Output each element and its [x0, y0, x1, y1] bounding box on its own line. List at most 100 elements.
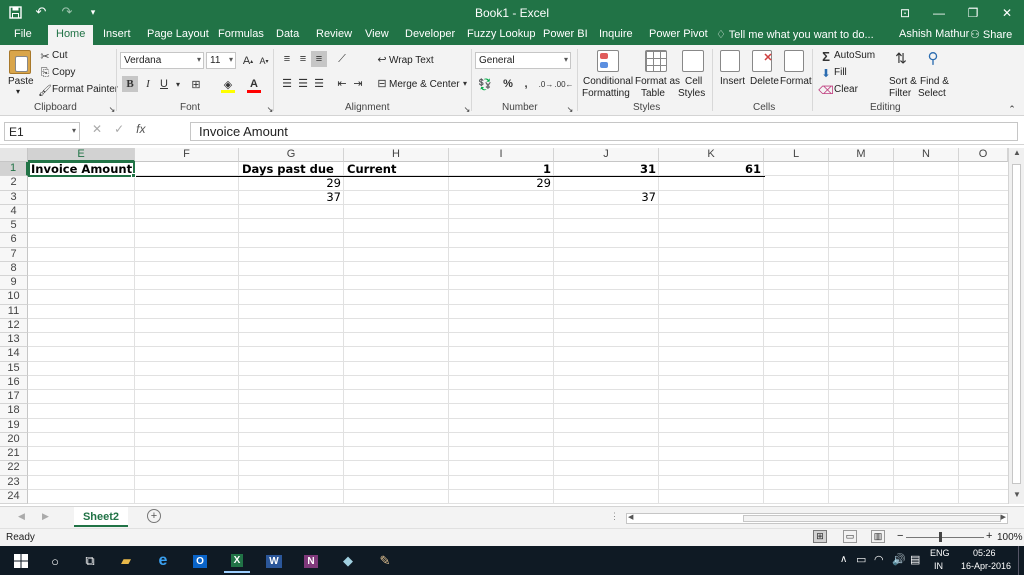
- row-header-7[interactable]: 7: [0, 247, 28, 262]
- cell-h1[interactable]: Current: [344, 162, 399, 176]
- row-header-10[interactable]: 10: [0, 290, 28, 305]
- row-header-1[interactable]: 1: [0, 162, 28, 177]
- font-name-select[interactable]: Verdana ▾: [120, 52, 204, 69]
- normal-view-icon[interactable]: ⊞: [813, 530, 827, 543]
- onenote-icon[interactable]: N: [298, 549, 324, 573]
- dialog-launcher-icon[interactable]: ↘: [104, 101, 120, 117]
- scroll-right-icon[interactable]: ▶: [1001, 513, 1006, 521]
- borders-icon[interactable]: ⊞: [188, 76, 204, 92]
- zoom-in-icon[interactable]: +: [986, 530, 992, 542]
- cell-g3[interactable]: 37: [239, 190, 344, 204]
- select-all-corner[interactable]: [0, 148, 28, 162]
- format-as-table-icon[interactable]: [645, 50, 667, 72]
- number-format-select[interactable]: General ▾: [475, 52, 571, 69]
- name-box[interactable]: E1 ▾: [4, 122, 80, 141]
- minimize-icon[interactable]: —: [922, 0, 956, 25]
- column-header-e[interactable]: E: [28, 148, 135, 162]
- dialog-launcher-icon[interactable]: ↘: [562, 101, 578, 117]
- tab-data[interactable]: Data: [276, 28, 299, 40]
- column-header-k[interactable]: K: [659, 148, 764, 162]
- delete-cells-button[interactable]: Delete: [750, 76, 779, 87]
- windows-start-icon[interactable]: [8, 549, 34, 573]
- column-header-i[interactable]: I: [449, 148, 554, 162]
- insert-cells-icon[interactable]: [720, 50, 740, 72]
- horizontal-scroll-thumb[interactable]: [743, 515, 1001, 522]
- increase-indent-icon[interactable]: ⇥: [350, 75, 366, 91]
- row-header-8[interactable]: 8: [0, 261, 28, 276]
- search-cortana-icon[interactable]: ○: [42, 549, 68, 573]
- sort-filter-button[interactable]: Sort &: [889, 76, 917, 87]
- decrease-indent-icon[interactable]: ⇤: [334, 75, 350, 91]
- tab-developer[interactable]: Developer: [405, 28, 455, 40]
- row-header-15[interactable]: 15: [0, 361, 28, 376]
- find-select-button[interactable]: Find &: [920, 76, 949, 87]
- insert-cells-button[interactable]: Insert: [720, 76, 745, 87]
- task-view-icon[interactable]: ⧉: [77, 549, 103, 573]
- tab-inquire[interactable]: Inquire: [599, 28, 633, 40]
- outlook-icon[interactable]: O: [187, 549, 213, 573]
- page-layout-view-icon[interactable]: ▭: [843, 530, 857, 543]
- autosum-button[interactable]: AutoSum: [834, 50, 875, 61]
- paste-button[interactable]: Paste: [8, 76, 34, 87]
- accounting-format-icon[interactable]: 💱: [477, 76, 493, 92]
- cell-j3[interactable]: 37: [554, 190, 659, 204]
- row-header-6[interactable]: 6: [0, 233, 28, 248]
- clear-button[interactable]: Clear: [834, 84, 858, 95]
- next-sheet-icon[interactable]: ▶: [42, 511, 49, 522]
- increase-font-icon[interactable]: A ▴: [240, 53, 256, 69]
- zoom-level[interactable]: 100%: [997, 532, 1023, 543]
- user-name[interactable]: Ashish Mathur: [899, 28, 969, 40]
- file-explorer-icon[interactable]: ▰: [113, 549, 139, 573]
- percent-icon[interactable]: %: [500, 76, 516, 92]
- share-button[interactable]: ⚇ Share: [970, 28, 1012, 41]
- cell-g1[interactable]: Days past due: [239, 162, 337, 176]
- row-header-23[interactable]: 23: [0, 475, 28, 490]
- cell-styles-icon[interactable]: [682, 50, 704, 72]
- orientation-icon[interactable]: ⟋: [334, 51, 350, 67]
- merge-center-button[interactable]: Merge & Center: [389, 79, 460, 90]
- tell-me-box[interactable]: ♢ Tell me what you want to do...: [716, 28, 874, 41]
- sheet-tab-sheet2[interactable]: Sheet2: [74, 507, 128, 527]
- column-header-n[interactable]: N: [894, 148, 959, 162]
- dialog-launcher-icon[interactable]: ↘: [262, 101, 278, 117]
- align-center-icon[interactable]: ☰: [295, 75, 311, 91]
- comma-style-icon[interactable]: ,: [518, 76, 534, 92]
- row-header-5[interactable]: 5: [0, 219, 28, 234]
- network-icon[interactable]: ◠: [874, 553, 884, 566]
- row-header-2[interactable]: 2: [0, 176, 28, 191]
- formula-input[interactable]: Invoice Amount: [190, 122, 1018, 141]
- align-right-icon[interactable]: ☰: [311, 75, 327, 91]
- row-header-19[interactable]: 19: [0, 418, 28, 433]
- tab-review[interactable]: Review: [316, 28, 352, 40]
- decrease-decimal-icon[interactable]: .00←: [554, 76, 573, 92]
- row-header-14[interactable]: 14: [0, 347, 28, 362]
- show-desktop-button[interactable]: [1018, 546, 1023, 575]
- format-cells-button[interactable]: Format: [780, 76, 812, 87]
- enter-icon[interactable]: ✓: [114, 122, 124, 136]
- font-size-select[interactable]: 11 ▾: [206, 52, 236, 69]
- row-header-21[interactable]: 21: [0, 447, 28, 462]
- fill-handle[interactable]: [131, 173, 136, 178]
- volume-icon[interactable]: 🔊: [892, 553, 906, 566]
- column-header-h[interactable]: H: [344, 148, 449, 162]
- scroll-left-icon[interactable]: ◀: [628, 513, 633, 521]
- sort-filter-icon[interactable]: ⇅: [893, 50, 909, 66]
- tab-power-pivot[interactable]: Power Pivot: [649, 28, 708, 40]
- vertical-scrollbar[interactable]: ▲ ▼: [1008, 148, 1024, 504]
- increase-decimal-icon[interactable]: .0→: [538, 76, 554, 92]
- add-sheet-icon[interactable]: +: [147, 509, 161, 523]
- cell-i1[interactable]: 1: [449, 162, 554, 176]
- row-header-17[interactable]: 17: [0, 390, 28, 405]
- column-header-l[interactable]: L: [764, 148, 829, 162]
- row-header-9[interactable]: 9: [0, 276, 28, 291]
- bold-button[interactable]: B: [122, 76, 138, 92]
- clock-time[interactable]: 05:26: [973, 548, 996, 558]
- excel-icon[interactable]: X: [224, 549, 250, 573]
- paste-dropdown-icon[interactable]: ▾: [16, 87, 20, 96]
- maximize-icon[interactable]: ❐: [956, 0, 990, 25]
- format-as-table-button[interactable]: Format as: [635, 76, 680, 87]
- scroll-down-icon[interactable]: ▼: [1010, 490, 1024, 504]
- row-header-24[interactable]: 24: [0, 489, 28, 504]
- row-header-18[interactable]: 18: [0, 404, 28, 419]
- column-header-o[interactable]: O: [959, 148, 1008, 162]
